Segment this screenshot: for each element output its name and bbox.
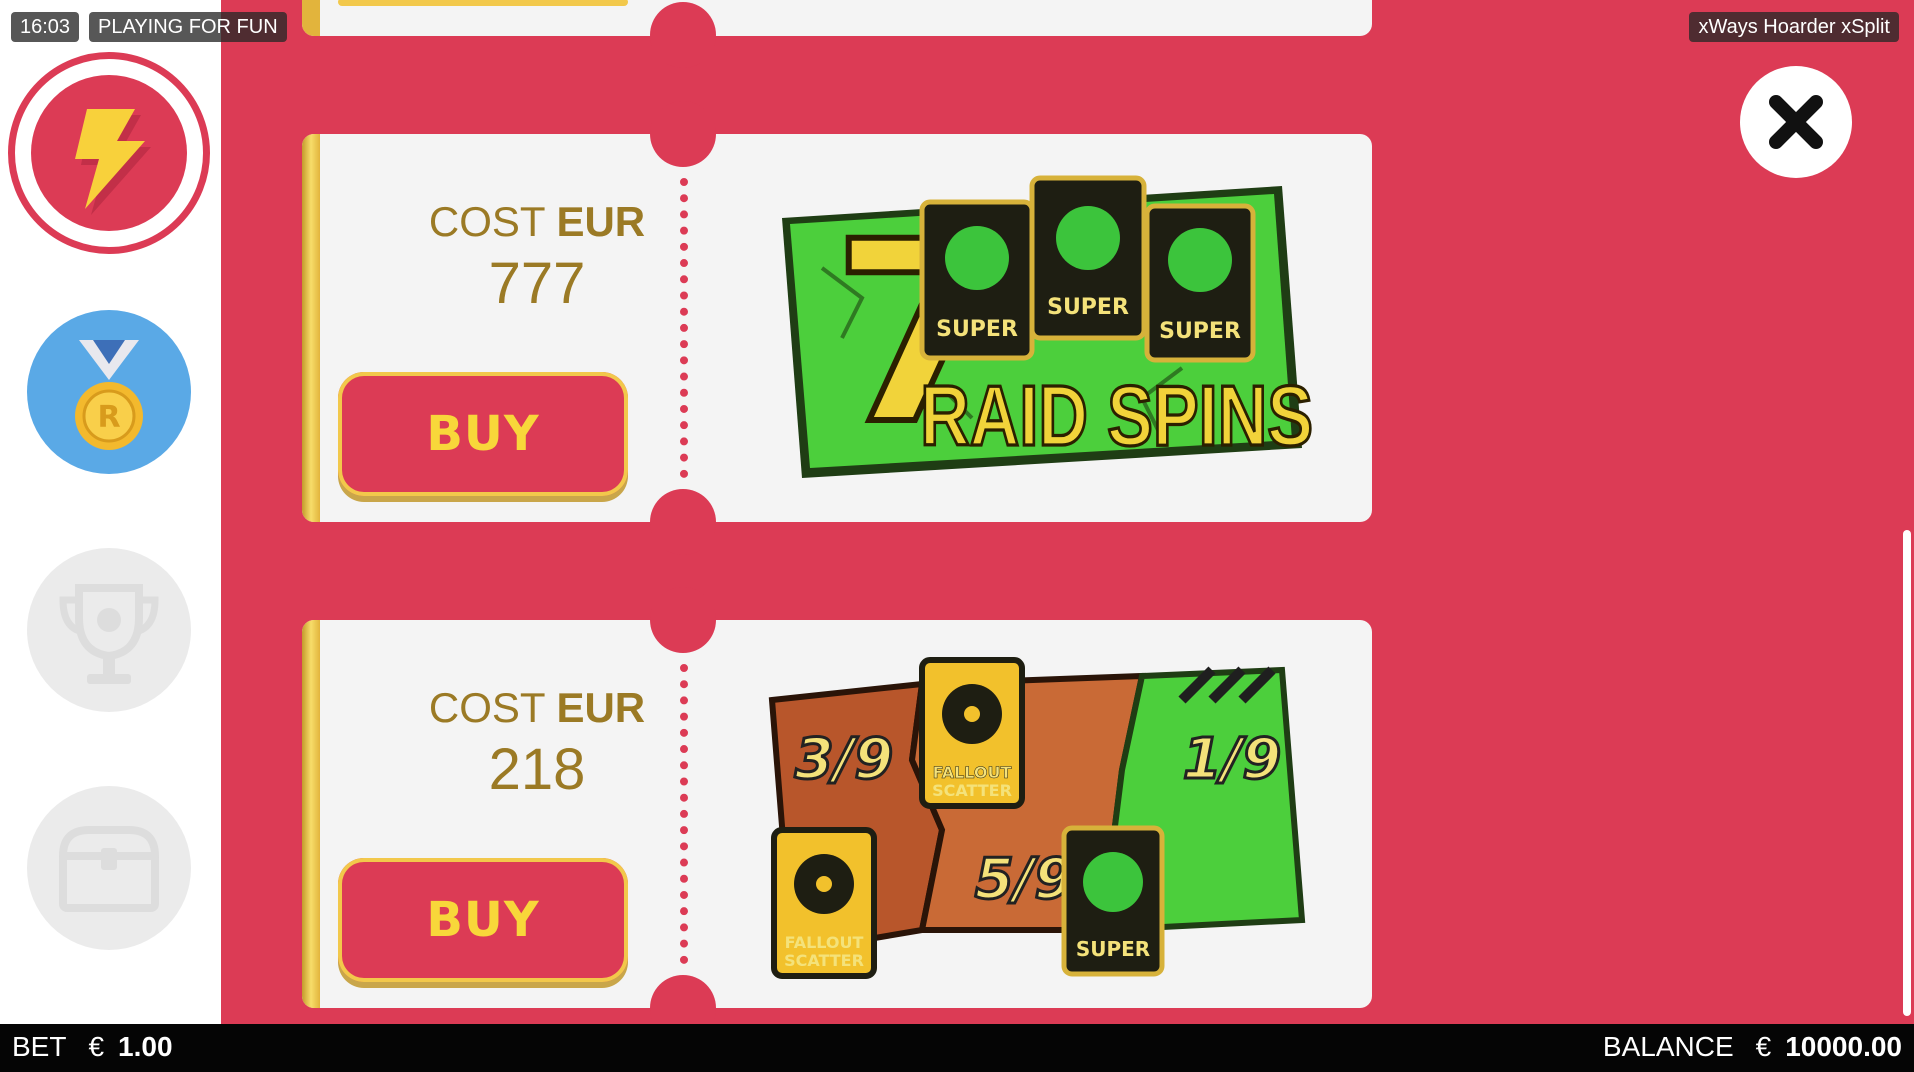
buy-button[interactable]: BUY [338,858,628,982]
svg-text:SCATTER: SCATTER [932,781,1012,800]
trophy-icon [59,584,159,684]
fallout-scatter-symbol: FALLOUT SCATTER [771,827,877,979]
ticket-notch [650,101,716,167]
close-icon [1769,95,1823,149]
play-mode-badge: PLAYING FOR FUN [89,12,287,42]
perforation [680,178,688,478]
svg-text:FALLOUT: FALLOUT [933,763,1012,782]
card-accent-stripe [302,134,320,522]
perforation [680,664,688,964]
nav-tournaments-button[interactable] [27,548,191,712]
fallout-scatter-symbol: FALLOUT SCATTER [919,657,1025,809]
nav-rewards-button[interactable] [27,786,191,950]
clock: 16:03 [11,12,80,42]
svg-text:SUPER: SUPER [1047,295,1129,320]
svg-text:SUPER: SUPER [1076,937,1150,961]
nav-bonus-buy-button[interactable] [8,52,210,254]
super-scatter-symbol: SUPER [1061,825,1165,977]
scrollbar-thumb[interactable] [1903,530,1911,1016]
svg-text:SCATTER: SCATTER [784,951,864,970]
close-button[interactable] [1740,66,1852,178]
svg-text:FALLOUT: FALLOUT [785,933,864,952]
sidebar: R [0,0,221,1024]
split-scatter-artwork: 3/9 5/9 1/9 FALLOUT SCATTER FALLOUT SCAT… [768,657,1306,979]
game-title: xWays Hoarder xSplit [1689,12,1899,42]
raid-spins-title: RAID SPINS [920,369,1313,464]
middle-odds: 5/9 [975,847,1073,912]
offer-card-previous [302,0,1372,36]
offer-card: COST EUR 777 BUY 7 SUPER SUPER SUPER RAI… [302,134,1372,522]
ticket-notch [650,489,716,555]
left-odds: 3/9 [795,727,893,792]
svg-text:SUPER: SUPER [1159,319,1241,344]
ticket-notch [650,587,716,653]
card-accent-stripe [302,620,320,1008]
lightning-icon [31,75,187,231]
right-odds: 1/9 [1183,727,1281,792]
super-scatter-symbol: SUPER [919,199,1035,361]
bottom-status-bar: BET €1.00 BALANCE €10000.00 [0,1024,1914,1072]
bet-display: BET €1.00 [12,1031,173,1062]
offer-card: COST EUR 218 BUY 3/9 5/9 1/9 FALLOUT SCA… [302,620,1372,1008]
buy-button[interactable]: BUY [338,372,628,496]
ticket-notch [650,2,716,68]
svg-text:SUPER: SUPER [936,317,1018,342]
super-scatter-symbol: SUPER [1144,203,1256,363]
nav-missions-button[interactable]: R [27,310,191,474]
super-scatter-symbol: SUPER [1029,175,1147,341]
treasure-chest-icon [58,826,160,912]
medal-icon: R [75,340,143,450]
raid-spins-artwork: 7 SUPER SUPER SUPER RAID SPINS [782,175,1315,482]
balance-display: BALANCE €10000.00 [1602,1031,1902,1062]
svg-text:R: R [97,400,120,435]
